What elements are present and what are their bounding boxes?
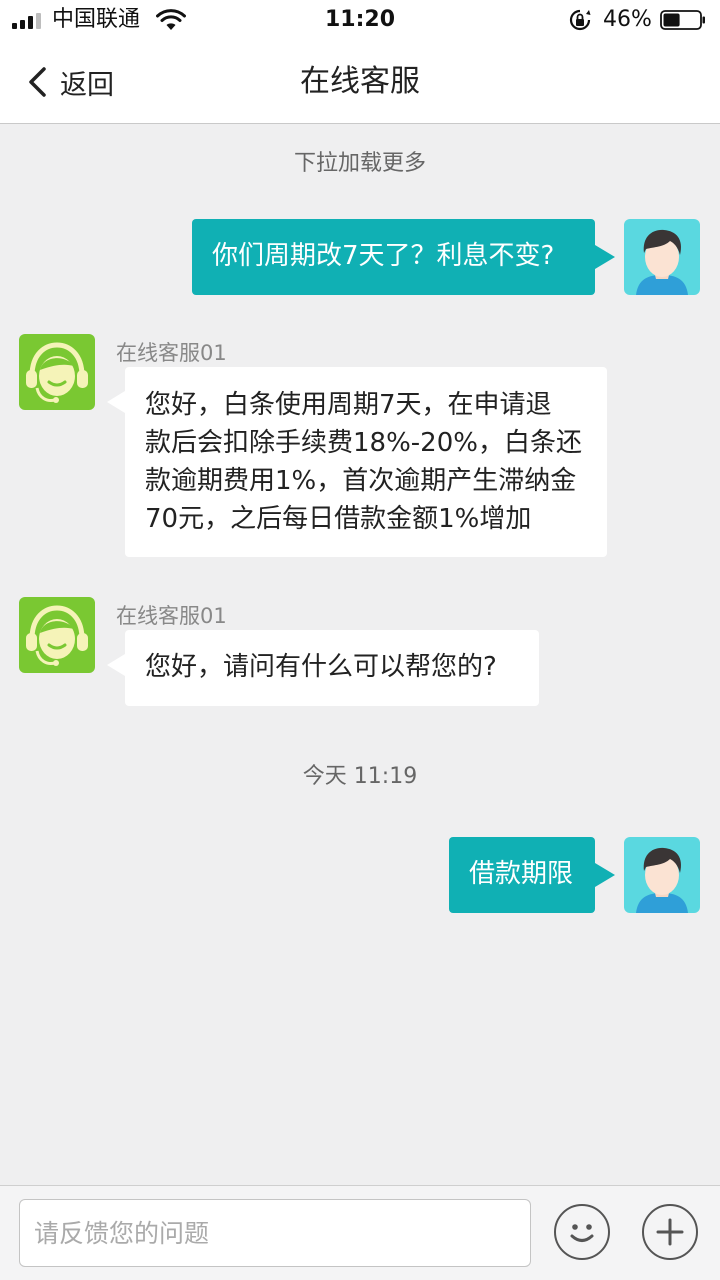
plus-icon: [656, 1218, 684, 1246]
pull-to-load-more[interactable]: 下拉加载更多: [0, 145, 720, 177]
user-avatar-icon: [624, 837, 700, 913]
smiley-icon: [570, 1224, 594, 1242]
navigation-bar: 返回 在线客服: [0, 40, 720, 124]
status-bar: 中国联通 11:20 46%: [0, 0, 720, 40]
agent-name: 在线客服01: [116, 341, 227, 365]
rotation-lock-icon: [569, 9, 591, 31]
user-message-bubble[interactable]: 你们周期改7天了？利息不变?: [192, 219, 615, 295]
agent-avatar[interactable]: [19, 334, 95, 410]
input-bar: [0, 1185, 720, 1280]
message-input[interactable]: [19, 1199, 531, 1267]
message-line: 您好，白条使用周期7天，在申请退: [145, 390, 552, 420]
chat-message-list[interactable]: 下拉加载更多 你们周期改7天了？利息不变? 在线客服01 您好，白条使用周期7天…: [0, 125, 720, 1185]
message-text: 您好，请问有什么可以帮您的?: [145, 652, 497, 682]
page-title: 在线客服: [300, 64, 420, 99]
agent-message-bubble[interactable]: 您好，请问有什么可以帮您的?: [107, 630, 539, 706]
agent-avatar-icon: [19, 334, 95, 410]
user-avatar[interactable]: [624, 219, 700, 295]
user-avatar-icon: [624, 219, 700, 295]
message-line: 款后会扣除手续费18%-20%，白条还: [145, 428, 582, 458]
user-message-bubble[interactable]: 借款期限: [449, 837, 615, 913]
agent-avatar-icon: [19, 597, 95, 673]
message-timestamp: 今天 11:19: [302, 764, 418, 789]
message-line: 款逾期费用1%，首次逾期产生滞纳金: [145, 466, 577, 496]
message-line: 70元，之后每日借款金额1%增加: [145, 504, 532, 534]
agent-message-bubble[interactable]: 您好，白条使用周期7天，在申请退 款后会扣除手续费18%-20%，白条还 款逾期…: [107, 367, 607, 557]
emoji-button[interactable]: [554, 1204, 610, 1260]
agent-avatar[interactable]: [19, 597, 95, 673]
agent-name: 在线客服01: [116, 604, 227, 628]
battery-percent: 46%: [603, 7, 652, 32]
message-text: 借款期限: [469, 859, 574, 889]
message-text: 你们周期改7天了？利息不变?: [212, 241, 555, 271]
battery-icon: [660, 10, 705, 30]
user-avatar[interactable]: [624, 837, 700, 913]
more-options-button[interactable]: [642, 1204, 698, 1260]
